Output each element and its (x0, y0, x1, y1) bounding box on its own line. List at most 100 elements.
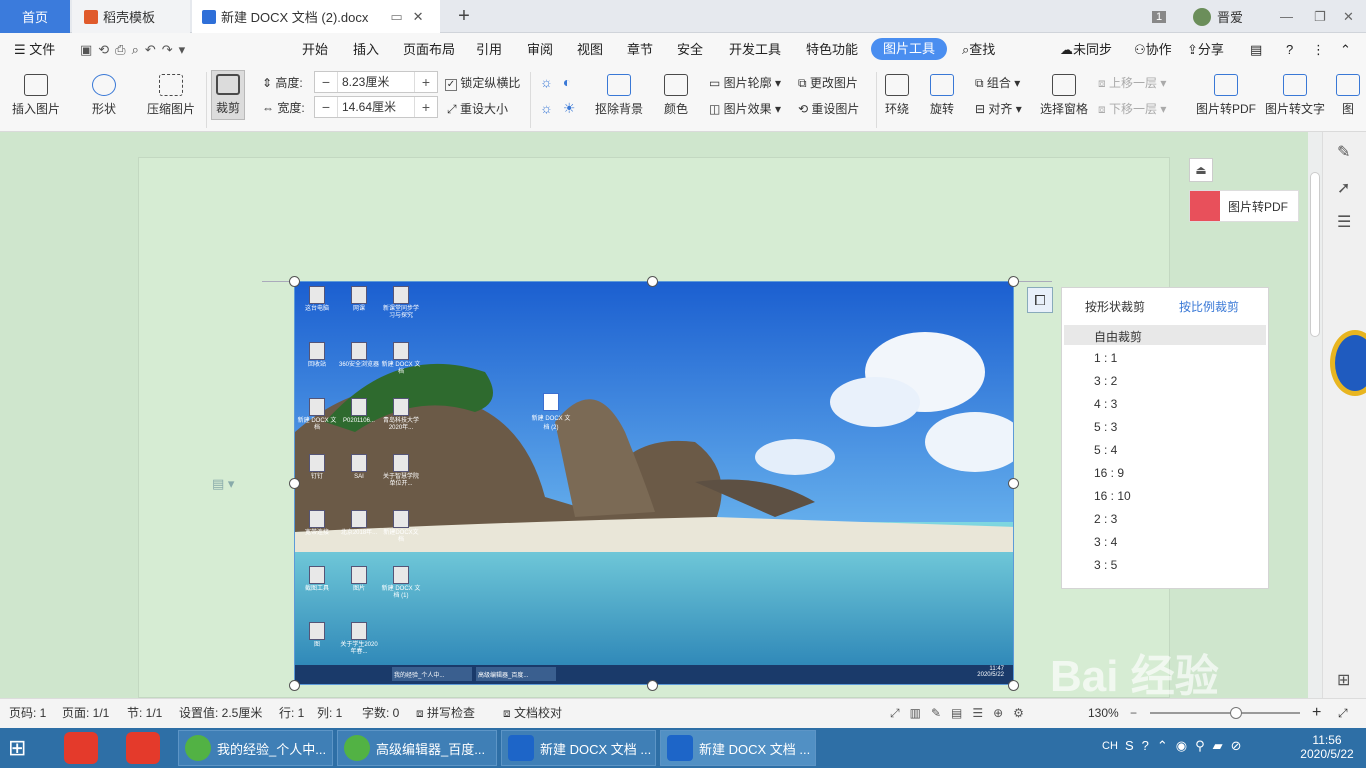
grid-icon[interactable]: ⊞ (1337, 670, 1350, 690)
resize-handle-tr[interactable] (1008, 276, 1019, 287)
menu-layout[interactable]: 页面布局 (403, 33, 455, 66)
crop-ratio-4-3[interactable]: 4 : 3 (1094, 397, 1117, 411)
cursor-icon[interactable]: ➚ (1337, 178, 1350, 198)
user-profile[interactable]: 晋爱 (1193, 0, 1243, 33)
width-stepper[interactable]: −14.64厘米 + (314, 96, 438, 118)
sync-status[interactable]: ☁未同步 (1060, 33, 1112, 66)
resize-handle-r[interactable] (1008, 478, 1019, 489)
to-pdf-button[interactable]: 图片转PDF (1196, 74, 1256, 117)
menu-security[interactable]: 安全 (677, 33, 703, 66)
menu-developer[interactable]: 开发工具 (729, 33, 781, 66)
lang-indicator[interactable]: CH (1102, 740, 1118, 752)
menu-reference[interactable]: 引用 (476, 33, 502, 66)
resize-handle-b[interactable] (647, 680, 658, 691)
file-menu[interactable]: ☰ 文件 (14, 33, 55, 66)
minimize-button[interactable]: — (1280, 0, 1293, 33)
spell-check-button[interactable]: ⧈ 拼写检查 (416, 698, 475, 728)
crop-tab-shape[interactable]: 按形状裁剪 (1085, 298, 1145, 315)
outline-button[interactable]: ▭ 图片轮廓 ▾ (709, 74, 781, 91)
crop-tab-ratio[interactable]: 按比例裁剪 (1179, 298, 1239, 315)
height-decrease[interactable]: − (315, 74, 337, 90)
tab-document[interactable]: 新建 DOCX 文档 (2).docx ▭ ✕ (192, 0, 440, 33)
help-button[interactable]: ? (1286, 33, 1293, 66)
new-tab-button[interactable]: + (450, 0, 478, 33)
width-increase[interactable]: + (415, 99, 437, 115)
collapse-side-icon[interactable]: ⏏ (1189, 158, 1213, 182)
tab-home[interactable]: 首页 (0, 0, 70, 33)
crop-ratio-3-4[interactable]: 3 : 4 (1094, 535, 1117, 549)
system-clock[interactable]: 11:56 2020/5/22 (1297, 733, 1357, 761)
effect-button[interactable]: ◫ 图片效果 ▾ (709, 100, 781, 117)
more-ribbon-button[interactable]: 图 (1336, 74, 1360, 117)
brightness-adjust-icons[interactable]: ☼☀ (540, 100, 585, 117)
scrollbar-thumb[interactable] (1310, 172, 1320, 337)
tray-icons[interactable]: S?⌃◉⚲▰⊘ (1125, 738, 1250, 754)
menu-picture-tools[interactable]: 图片工具 (871, 38, 948, 60)
zoom-slider[interactable] (1150, 712, 1300, 714)
reset-image-button[interactable]: ⟲ 重设图片 (798, 100, 859, 117)
crop-ratio-5-3[interactable]: 5 : 3 (1094, 420, 1117, 434)
sogou-browser-icon[interactable] (126, 732, 160, 764)
crop-button[interactable]: 裁剪 (211, 70, 246, 120)
status-words[interactable]: 字数: 0 (362, 698, 399, 728)
resize-handle-l[interactable] (289, 478, 300, 489)
color-button[interactable]: 颜色 (664, 74, 688, 117)
menu-review[interactable]: 审阅 (527, 33, 553, 66)
float-crop-icon[interactable]: ⧠ (1027, 287, 1053, 313)
sogou-input-icon[interactable] (64, 732, 98, 764)
brightness-contrast-icons[interactable]: ☼◐ (540, 74, 581, 90)
tab-close-icon[interactable]: ✕ (413, 9, 424, 25)
compress-button[interactable]: 压缩图片 (147, 74, 195, 117)
menu-features[interactable]: 特色功能 (806, 33, 858, 66)
zoom-in-button[interactable]: + (1312, 698, 1321, 728)
taskbar-item-2[interactable]: 高级编辑器_百度... (337, 730, 497, 766)
badge-count[interactable]: 1 (1152, 0, 1167, 33)
to-text-button[interactable]: 图片转文字 (1265, 74, 1325, 117)
menu-chapter[interactable]: 章节 (627, 33, 653, 66)
menu-view[interactable]: 视图 (577, 33, 603, 66)
vertical-scrollbar[interactable] (1308, 132, 1322, 698)
crop-ratio-3-5[interactable]: 3 : 5 (1094, 558, 1117, 572)
group-button[interactable]: ⧉ 组合 ▾ (975, 74, 1020, 91)
insert-image-button[interactable]: 插入图片 (12, 74, 60, 117)
taskbar-item-3[interactable]: 新建 DOCX 文档 ... (501, 730, 656, 766)
crop-ratio-16-9[interactable]: 16 : 9 (1094, 466, 1124, 480)
more-icon[interactable]: ⋮ (1312, 33, 1325, 66)
reset-size-button[interactable]: ⤢ 重设大小 (447, 100, 508, 117)
remove-bg-button[interactable]: 抠除背景 (595, 74, 643, 117)
crop-ratio-2-3[interactable]: 2 : 3 (1094, 512, 1117, 526)
collab-button[interactable]: ⚇协作 (1134, 33, 1172, 66)
collapse-ribbon-icon[interactable]: ⌃ (1340, 33, 1351, 66)
width-decrease[interactable]: − (315, 99, 337, 115)
quick-access-icons[interactable]: ▣⟲⎙⌕↶↷▾ (80, 33, 191, 66)
doc-proof-button[interactable]: ⧈ 文档校对 (503, 698, 562, 728)
crop-ratio-5-4[interactable]: 5 : 4 (1094, 443, 1117, 457)
select-pane-button[interactable]: 选择窗格 (1040, 74, 1088, 117)
resize-handle-br[interactable] (1008, 680, 1019, 691)
height-stepper[interactable]: −8.23厘米 + (314, 71, 438, 93)
menu-insert[interactable]: 插入 (353, 33, 379, 66)
crop-free[interactable]: 自由裁剪 (1094, 328, 1142, 345)
paragraph-marker-icon[interactable]: ▤ ▾ (212, 476, 234, 492)
send-backward-button[interactable]: ⧈ 下移一层 ▾ (1098, 100, 1166, 117)
crop-ratio-3-2[interactable]: 3 : 2 (1094, 374, 1117, 388)
side-pdf-button[interactable]: 图片转PDF (1189, 190, 1299, 222)
restore-button[interactable]: ❐ (1314, 0, 1326, 33)
resize-handle-t[interactable] (647, 276, 658, 287)
search-menu[interactable]: ⌕查找 (962, 33, 995, 66)
fullscreen-icon[interactable]: ⤢ (1338, 698, 1348, 728)
share-button[interactable]: ⇪分享 (1187, 33, 1224, 66)
change-image-button[interactable]: ⧉ 更改图片 (798, 74, 858, 91)
pen-icon[interactable]: ✎ (1337, 142, 1350, 162)
crop-ratio-1-1[interactable]: 1 : 1 (1094, 351, 1117, 365)
menu-start[interactable]: 开始 (302, 33, 328, 66)
height-increase[interactable]: + (415, 74, 437, 90)
rotate-button[interactable]: 旋转 (930, 74, 954, 117)
crop-ratio-16-10[interactable]: 16 : 10 (1094, 489, 1131, 503)
tab-pin-icon[interactable]: ▭ (390, 9, 402, 25)
resize-handle-tl[interactable] (289, 276, 300, 287)
close-button[interactable]: ✕ (1343, 0, 1354, 33)
tab-template[interactable]: 稻壳模板 (72, 0, 190, 33)
shape-button[interactable]: 形状 (92, 74, 116, 117)
align-button[interactable]: ⊟ 对齐 ▾ (975, 100, 1022, 117)
